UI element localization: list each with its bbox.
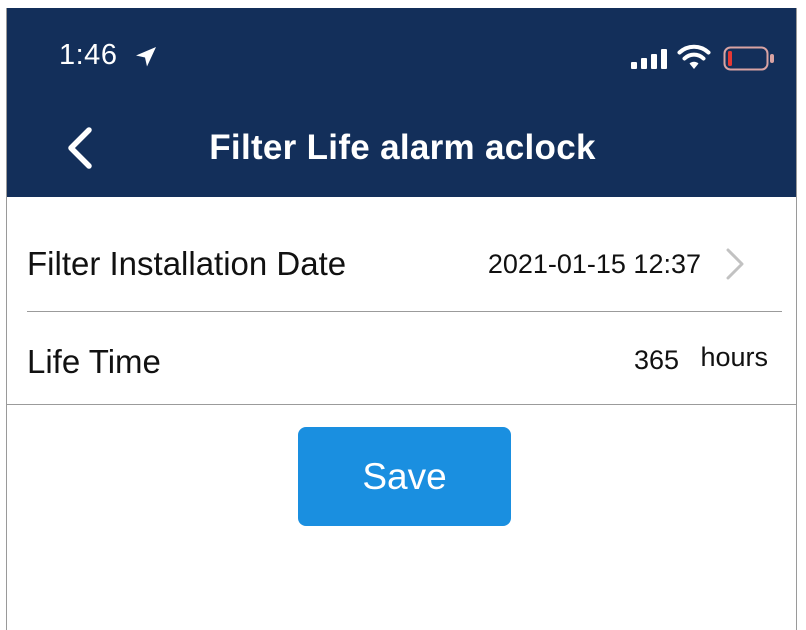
location-arrow-icon [136,47,156,67]
page-title: Filter Life alarm aclock [209,128,596,167]
life-time-input[interactable] [609,345,679,376]
battery-low-icon [723,46,774,71]
life-time-row: Life Time hours [7,313,796,404]
wifi-icon [677,44,711,69]
installation-date-value: 2021-01-15 12:37 [487,249,701,279]
cellular-signal-icon [631,49,667,69]
app-screen: 1:46 Filter Life alarm aclock Filter Ins… [6,8,797,630]
installation-date-row[interactable]: Filter Installation Date 2021-01-15 12:3… [7,197,796,312]
divider [27,311,782,312]
status-time: 1:46 [59,39,118,71]
save-button[interactable]: Save [298,427,511,526]
installation-date-label: Filter Installation Date [27,245,347,282]
divider [7,404,796,405]
status-bar: 1:46 [7,8,796,94]
life-time-label: Life Time [27,343,161,380]
chevron-right-icon [726,248,744,280]
header: 1:46 Filter Life alarm aclock [7,8,796,197]
life-time-unit: hours [700,342,768,372]
